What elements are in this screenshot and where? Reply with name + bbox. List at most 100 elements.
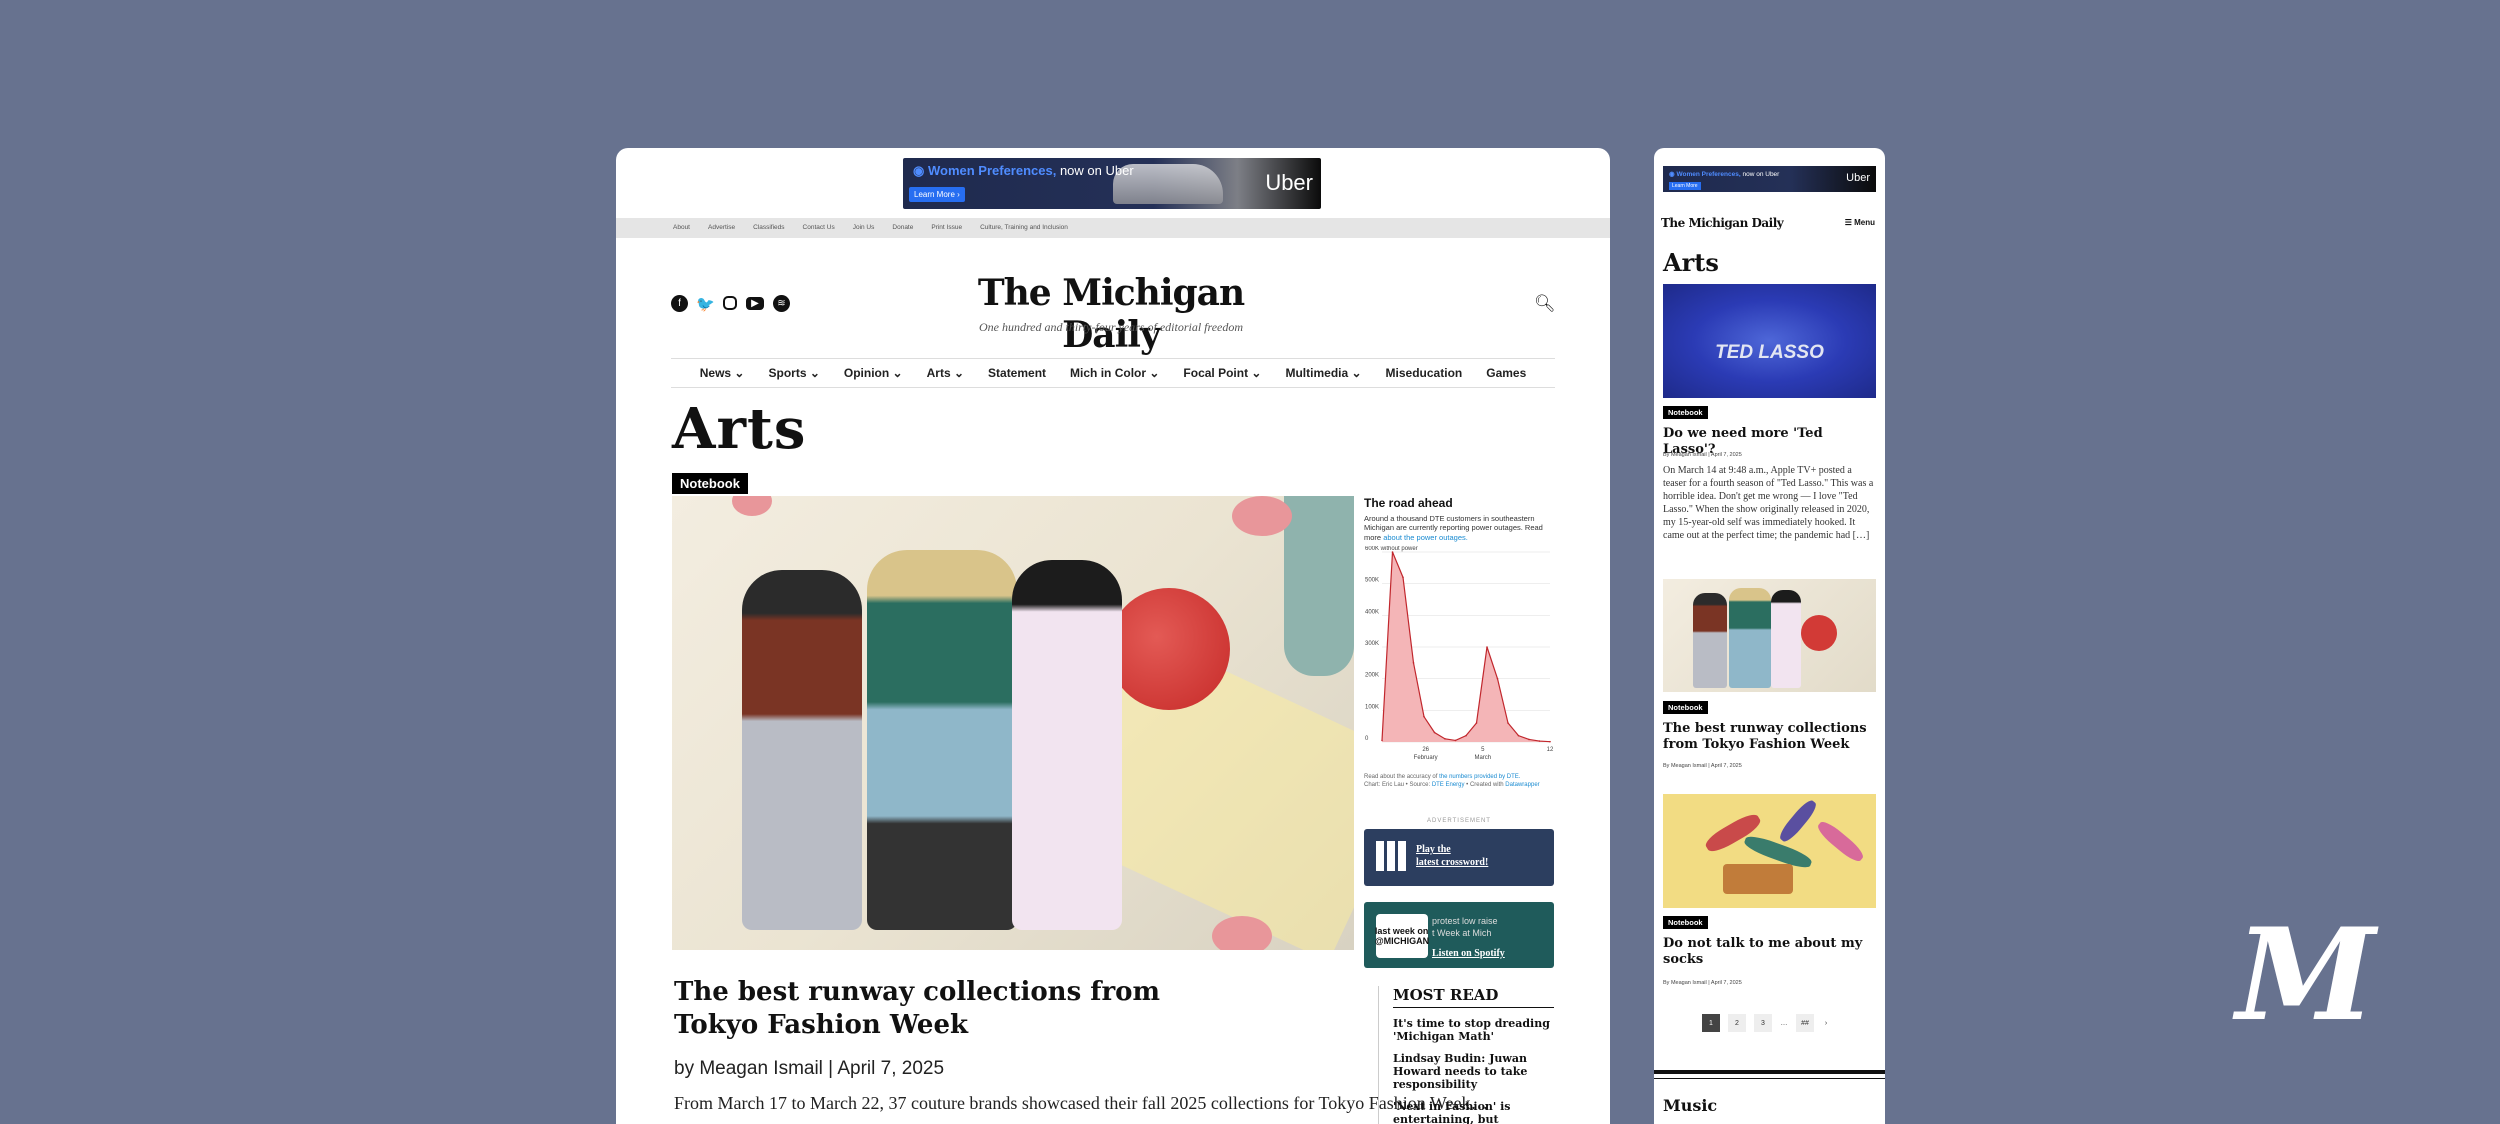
chart-point [1433,731,1436,734]
sock-shape [1776,797,1820,845]
outage-chart-widget: The road ahead Around a thousand DTE cus… [1364,496,1554,956]
hero-red-sun [1108,588,1230,710]
chart-point [1381,739,1383,742]
chart-credit-link[interactable]: Datawrapper [1505,782,1539,788]
chart-x-tick: March [1474,755,1491,761]
hero-ribbon [1284,496,1354,676]
chart-point [1507,722,1509,724]
page-link[interactable]: 2 [1728,1014,1746,1032]
hero-flower [1232,496,1292,536]
hero-model-left [742,570,862,930]
most-read-title: MOST READ [1393,986,1554,1008]
nav-item[interactable]: Sports ⌄ [768,366,819,380]
chart-y-tick: 400K [1365,609,1379,615]
socks-thumbnail[interactable] [1663,794,1876,908]
podcast-text-2: t Week at Mich [1432,928,1492,938]
chart-point [1517,734,1520,737]
chart-x-tick: February [1414,755,1438,761]
nav-item[interactable]: Miseducation [1386,366,1463,380]
most-read-item[interactable]: 'Next in Fashion' is entertaining, but p… [1393,1100,1554,1124]
mobile-article3-headline[interactable]: Do not talk to me about my socks [1663,936,1876,967]
crossword-promo-text[interactable]: Play the latest crossword! [1416,843,1488,869]
twitter-icon[interactable]: 🐦 [696,295,715,313]
search-icon[interactable]: 🔍︎ [1534,294,1556,314]
listen-on-spotify-link[interactable]: Listen on Spotify [1432,948,1505,959]
chart-y-tick: 200K [1365,673,1379,679]
ad-brand-logo: Uber [1265,170,1313,195]
youtube-icon[interactable]: ▶ [746,297,764,310]
sock-box [1723,864,1793,894]
pagination: 1 2 3 … ## › [1702,1014,1830,1032]
page-link[interactable]: 1 [1702,1014,1720,1032]
page-link[interactable]: 3 [1754,1014,1772,1032]
utility-link[interactable]: Donate [892,224,913,231]
utility-link[interactable]: Advertise [708,224,735,231]
hero-model-center [867,550,1017,930]
chart-y-tick: 0 [1365,736,1369,742]
utility-link[interactable]: About [673,224,690,231]
utility-link[interactable]: Join Us [853,224,875,231]
crossword-promo[interactable]: Play the latest crossword! [1364,829,1554,886]
mobile-menu-button[interactable]: ☰ Menu [1845,218,1875,227]
facebook-icon[interactable]: f [671,295,688,312]
ad-learn-more-button[interactable]: Learn More › [909,187,965,202]
most-read-item[interactable]: It's time to stop dreading 'Michigan Mat… [1393,1017,1554,1043]
hero-flower [1212,916,1272,950]
utility-link[interactable]: Classifieds [753,224,784,231]
mobile-article3-badge[interactable]: Notebook [1663,916,1708,929]
nav-item[interactable]: News ⌄ [700,366,745,380]
spotify-promo[interactable]: last week on @MICHIGAN protest low raise… [1364,902,1554,968]
most-read-section: MOST READ It's time to stop dreading 'Mi… [1378,986,1554,1124]
chart-x-tick: 5 [1481,747,1485,753]
page-link[interactable]: › [1822,1014,1830,1032]
hero-model-right [1012,560,1122,930]
utility-bar: About Advertise Classifieds Contact Us Join … [616,218,1610,238]
chart-accuracy-link[interactable]: the numbers provided by DTE. [1439,774,1520,780]
desktop-view: ◉ Women Preferences, now on Uber Learn M… [616,148,1610,1124]
ted-lasso-image[interactable]: TED LASSO [1663,284,1876,398]
main-nav: News ⌄ Sports ⌄ Opinion ⌄ Arts ⌄ Statement Mi… [671,358,1555,388]
mobile-site-logo[interactable]: The Michigan Daily [1661,216,1784,230]
thumb-model [1693,593,1727,688]
nav-item[interactable]: Games [1486,366,1526,380]
chart-point [1423,715,1425,718]
chart-x-tick: 26 [1422,747,1429,753]
section-divider [1654,1070,1885,1074]
most-read-item[interactable]: Lindsay Budin: Juwan Howard needs to tak… [1393,1052,1554,1091]
podcast-cover: last week on @MICHIGAN [1375,914,1429,958]
nav-item[interactable]: Opinion ⌄ [844,366,903,380]
nav-item[interactable]: Multimedia ⌄ [1285,366,1361,380]
instagram-icon[interactable] [723,296,737,310]
utility-link[interactable]: Print Issue [931,224,962,231]
top-advertisement[interactable]: ◉ Women Preferences, now on Uber Learn M… [903,158,1321,209]
chart-point [1486,646,1488,648]
mobile-article2-badge[interactable]: Notebook [1663,701,1708,714]
chart-desc-link[interactable]: about the power outages. [1383,533,1468,542]
chart-point [1391,551,1394,553]
nav-item[interactable]: Focal Point ⌄ [1183,366,1261,380]
featured-headline[interactable]: The best runway collections from Tokyo F… [674,976,1234,1041]
chart-y-tick: 600K without power [1365,546,1418,552]
mobile-ad-logo: Uber [1846,172,1870,184]
mobile-advertisement[interactable]: ◉ Women Preferences, now on Uber Learn M… [1663,166,1876,192]
mobile-article1-badge[interactable]: Notebook [1663,406,1708,419]
spotify-icon[interactable]: ≋ [773,295,790,312]
featured-category-badge[interactable]: Notebook [672,473,748,494]
mobile-article2-headline[interactable]: The best runway collections from Tokyo F… [1663,721,1876,752]
utility-link[interactable]: Contact Us [803,224,835,231]
nav-item[interactable]: Statement [988,366,1046,380]
chart-footnote: Read about the accuracy of the numbers p… [1364,774,1540,788]
thumb-red-sun [1801,615,1837,651]
utility-link[interactable]: Culture, Training and Inclusion [980,224,1068,231]
mobile-article1-byline: By Meagan Ismail | April 7, 2025 [1663,452,1742,458]
featured-image[interactable] [672,496,1354,950]
nav-item[interactable]: Mich in Color ⌄ [1070,366,1159,380]
page-link[interactable]: ## [1796,1014,1814,1032]
chart-source-link[interactable]: DTE Energy [1432,782,1465,788]
featured-excerpt: From March 17 to March 22, 37 couture br… [674,1093,1489,1113]
mobile-ad-learn-more[interactable]: Learn More [1669,182,1701,190]
nav-item[interactable]: Arts ⌄ [927,366,964,380]
crossword-grid-icon [1376,841,1406,871]
site-logo[interactable]: The Michigan Daily [946,272,1276,356]
fashion-week-thumbnail[interactable] [1663,579,1876,692]
